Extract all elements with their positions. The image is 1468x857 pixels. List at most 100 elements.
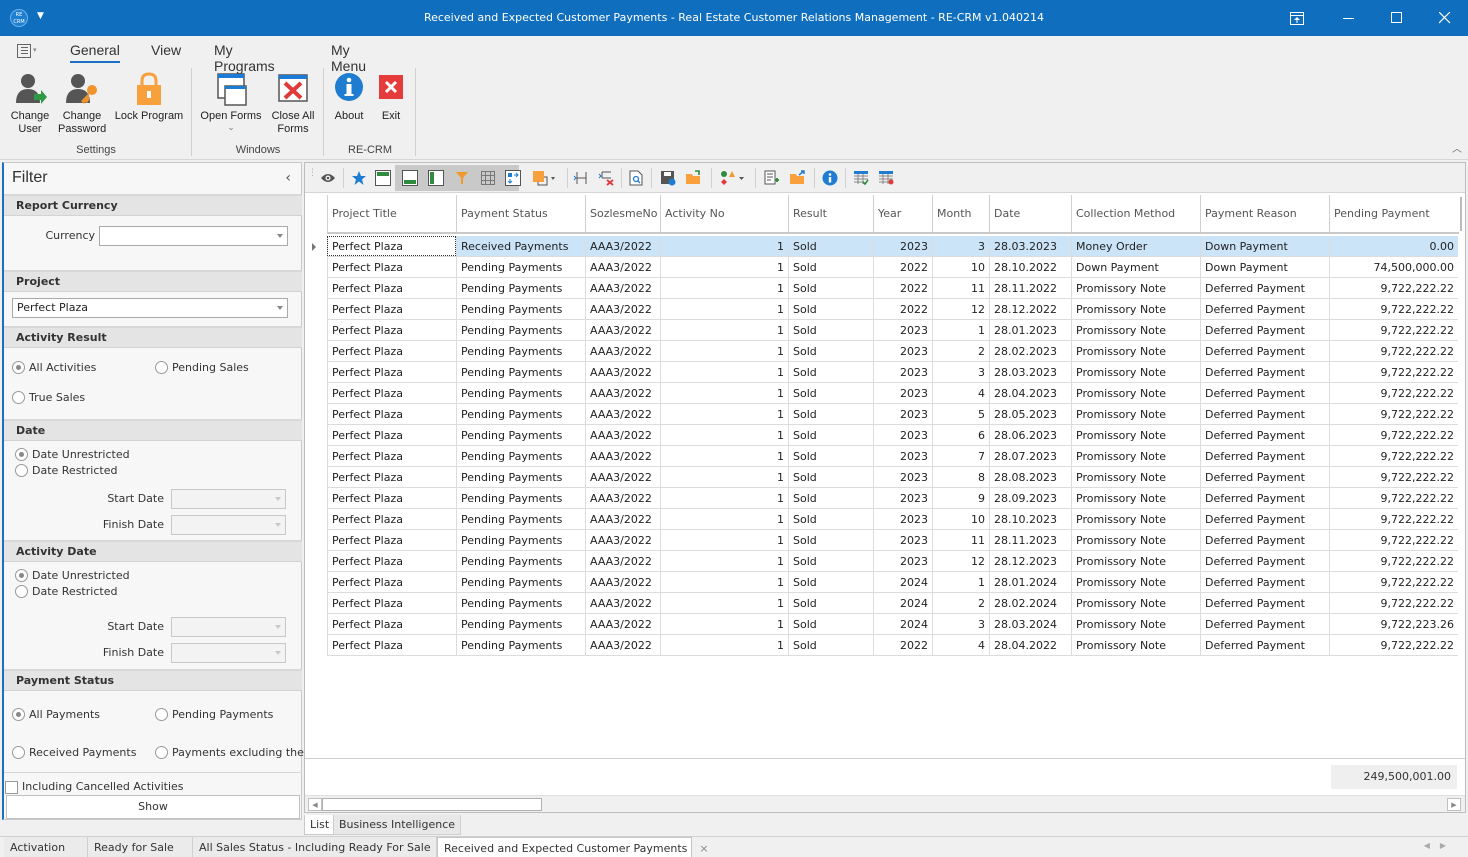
table-cell[interactable]: 2022 (873, 299, 932, 319)
table-cell[interactable]: 2023 (873, 509, 932, 529)
table-cell[interactable]: 10 (932, 509, 989, 529)
table-cell[interactable]: Sold (788, 467, 873, 487)
table-cell[interactable]: 9,722,223.26 (1329, 614, 1458, 634)
table-cell[interactable]: 28.10.2023 (989, 509, 1071, 529)
scroll-left-icon[interactable]: ◀ (308, 798, 322, 811)
table-row[interactable]: Perfect Plaza Pending Payments AAA3/2022 1 S… (327, 635, 1458, 656)
table-cell[interactable]: 9,722,222.22 (1329, 635, 1458, 655)
table-row[interactable]: Perfect Plaza Pending Payments AAA3/2022 1 S… (327, 530, 1458, 551)
table-cell[interactable]: Promissory Note (1071, 446, 1200, 466)
table-cell[interactable]: Promissory Note (1071, 341, 1200, 361)
table-cell[interactable]: Sold (788, 383, 873, 403)
column-header[interactable]: Activity No (660, 195, 788, 232)
table-cell[interactable]: 2022 (873, 257, 932, 277)
table-cell[interactable]: 3 (932, 614, 989, 634)
scrollbar-thumb[interactable] (322, 798, 542, 811)
radio-activity-date-restricted[interactable]: Date Restricted (15, 585, 117, 598)
table-cell[interactable]: 28.02.2023 (989, 341, 1071, 361)
finish-date-picker[interactable] (171, 515, 286, 535)
table-cell[interactable]: Sold (788, 530, 873, 550)
activity-finish-date-picker[interactable] (171, 643, 286, 663)
table-cell[interactable]: Promissory Note (1071, 467, 1200, 487)
table-cell[interactable]: 9,722,222.22 (1329, 572, 1458, 592)
table-cell[interactable]: Deferred Payment (1200, 299, 1329, 319)
table-cell[interactable]: 8 (932, 467, 989, 487)
table-cell[interactable]: 9,722,222.22 (1329, 467, 1458, 487)
scroll-right-icon[interactable]: ▶ (1447, 798, 1461, 811)
about-button[interactable]: About (330, 72, 368, 123)
group-panel-icon[interactable] (372, 167, 394, 189)
table-cell[interactable]: Deferred Payment (1200, 425, 1329, 445)
table-cell[interactable]: 28.03.2024 (989, 614, 1071, 634)
minimize-button[interactable] (1326, 0, 1372, 36)
table-row[interactable]: Perfect Plaza Pending Payments AAA3/2022 1 S… (327, 320, 1458, 341)
table-cell[interactable]: AAA3/2022 (585, 635, 660, 655)
table-cell[interactable]: Pending Payments (456, 278, 585, 298)
table-cell[interactable]: Promissory Note (1071, 404, 1200, 424)
best-fit-columns-icon[interactable] (570, 167, 592, 189)
table-cell[interactable]: 2023 (873, 404, 932, 424)
table-cell[interactable]: 28.06.2023 (989, 425, 1071, 445)
collapse-filter-icon[interactable]: ‹ (285, 170, 291, 186)
table-cell[interactable]: AAA3/2022 (585, 551, 660, 571)
table-cell[interactable]: AAA3/2022 (585, 509, 660, 529)
column-header[interactable]: Payment Reason (1200, 195, 1329, 232)
table-cell[interactable]: 1 (660, 446, 788, 466)
column-header[interactable]: Pending Payment (1329, 195, 1458, 232)
table-cell[interactable]: 9,722,222.22 (1329, 488, 1458, 508)
table-cell[interactable]: 2023 (873, 551, 932, 571)
table-cell[interactable]: AAA3/2022 (585, 236, 660, 256)
table-cell[interactable]: 0.00 (1329, 236, 1458, 256)
column-header[interactable]: Result (788, 195, 873, 232)
table-cell[interactable]: 2 (932, 593, 989, 613)
table-cell[interactable]: 28.04.2022 (989, 635, 1071, 655)
change-password-button[interactable]: Change Password (58, 72, 106, 136)
table-cell[interactable]: AAA3/2022 (585, 299, 660, 319)
table-cell[interactable]: Sold (788, 341, 873, 361)
table-cell[interactable]: 1 (660, 467, 788, 487)
table-cell[interactable]: Promissory Note (1071, 593, 1200, 613)
radio-date-restricted[interactable]: Date Restricted (15, 464, 117, 477)
column-header[interactable]: SozlesmeNo (585, 195, 660, 232)
table-cell[interactable]: 1 (660, 593, 788, 613)
table-cell[interactable]: 1 (660, 551, 788, 571)
table-cell[interactable]: Deferred Payment (1200, 404, 1329, 424)
table-cell[interactable]: Deferred Payment (1200, 341, 1329, 361)
table-cell[interactable]: Deferred Payment (1200, 446, 1329, 466)
table-cell[interactable]: Sold (788, 404, 873, 424)
table-cell[interactable]: Sold (788, 236, 873, 256)
table-cell[interactable]: 28.12.2022 (989, 299, 1071, 319)
table-cell[interactable]: AAA3/2022 (585, 467, 660, 487)
ribbon-display-options-button[interactable] (1274, 0, 1320, 36)
table-cell[interactable]: 9,722,222.22 (1329, 530, 1458, 550)
application-menu-icon[interactable] (17, 44, 31, 58)
table-cell[interactable]: Deferred Payment (1200, 278, 1329, 298)
table-cell[interactable]: AAA3/2022 (585, 257, 660, 277)
table-cell[interactable]: 1 (660, 509, 788, 529)
table-cell[interactable]: AAA3/2022 (585, 488, 660, 508)
column-header[interactable]: Year (873, 195, 932, 232)
layout-apply-icon[interactable] (850, 167, 872, 189)
table-cell[interactable]: 1 (660, 404, 788, 424)
vertical-scrollbar[interactable] (1460, 197, 1462, 231)
table-row[interactable]: Perfect Plaza Pending Payments AAA3/2022 1 S… (327, 299, 1458, 320)
column-header[interactable]: Collection Method (1071, 195, 1200, 232)
table-cell[interactable]: Money Order (1071, 236, 1200, 256)
table-cell[interactable]: Deferred Payment (1200, 551, 1329, 571)
doc-tab-customer-payments[interactable]: Received and Expected Customer Payments × (437, 837, 709, 857)
table-cell[interactable]: AAA3/2022 (585, 362, 660, 382)
table-cell[interactable]: Perfect Plaza (327, 299, 456, 319)
tab-scroll-arrows-icon[interactable]: ◀▶ (1424, 841, 1456, 850)
collapse-ribbon-icon[interactable]: ︿ (1452, 140, 1462, 155)
table-cell[interactable]: Deferred Payment (1200, 509, 1329, 529)
open-forms-dropdown-icon[interactable]: ⌄ (198, 123, 264, 132)
table-cell[interactable]: AAA3/2022 (585, 593, 660, 613)
table-row[interactable]: Perfect Plaza Pending Payments AAA3/2022 1 S… (327, 593, 1458, 614)
table-cell[interactable]: Deferred Payment (1200, 320, 1329, 340)
table-cell[interactable]: 2023 (873, 530, 932, 550)
table-cell[interactable]: Perfect Plaza (327, 593, 456, 613)
table-cell[interactable]: 9,722,222.22 (1329, 362, 1458, 382)
table-cell[interactable]: Deferred Payment (1200, 635, 1329, 655)
table-cell[interactable]: Sold (788, 551, 873, 571)
ribbon-tab-my-menu[interactable]: My Menu (331, 42, 366, 74)
